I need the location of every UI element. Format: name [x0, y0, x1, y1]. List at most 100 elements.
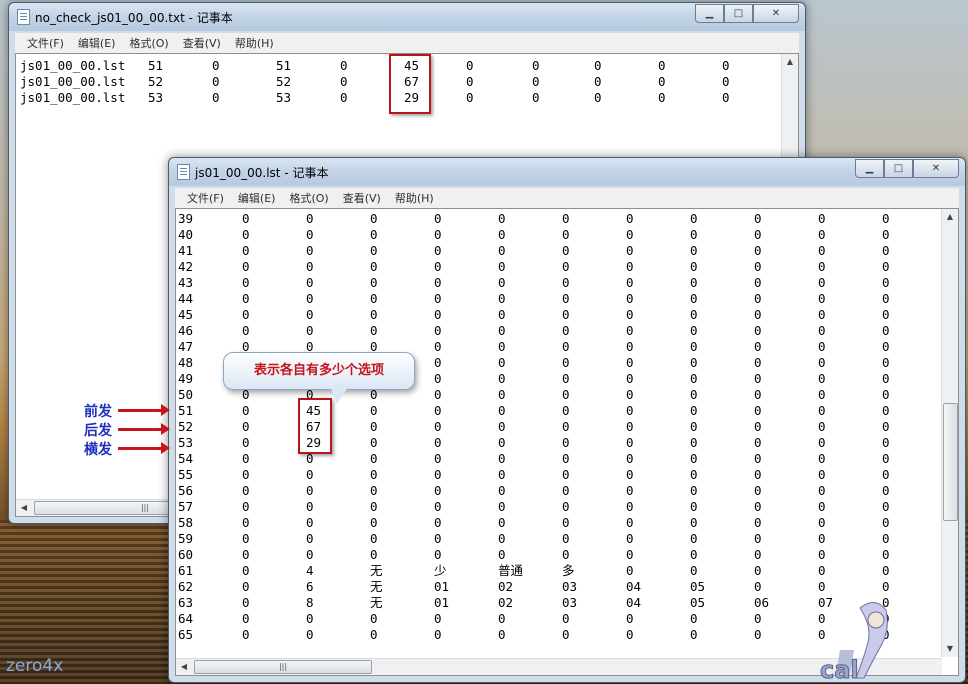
vertical-scrollbar[interactable]: ▲ ▼	[941, 209, 958, 657]
scroll-left-icon[interactable]: ◀	[16, 500, 32, 516]
text-cell: 0	[306, 211, 314, 226]
menu-edit[interactable]: 编辑(E)	[238, 190, 276, 206]
text-cell: 0	[498, 339, 506, 354]
text-cell: 0	[370, 547, 378, 562]
text-cell: 0	[434, 547, 442, 562]
text-cell: 0	[562, 339, 570, 354]
text-cell: 0	[306, 291, 314, 306]
text-cell: 0	[882, 435, 890, 450]
text-cell: 0	[818, 435, 826, 450]
menu-help[interactable]: 帮助(H)	[235, 35, 274, 51]
text-cell: 0	[754, 307, 762, 322]
text-cell: 0	[690, 371, 698, 386]
text-cell: 0	[754, 275, 762, 290]
text-cell: 0	[882, 451, 890, 466]
text-cell: 0	[690, 483, 698, 498]
text-cell: 47	[178, 339, 194, 354]
text-cell: 无	[370, 595, 383, 610]
text-cell: 0	[626, 419, 634, 434]
text-cell: 51	[148, 58, 164, 73]
scroll-up-icon[interactable]: ▲	[782, 54, 798, 70]
menu-format[interactable]: 格式(O)	[129, 35, 168, 51]
menu-format[interactable]: 格式(O)	[289, 190, 328, 206]
highlight-box-window2	[298, 398, 332, 454]
text-cell: 53	[178, 435, 194, 450]
text-cell: 0	[818, 579, 826, 594]
text-cell: 0	[242, 211, 250, 226]
text-cell: 0	[882, 211, 890, 226]
text-cell: 0	[306, 275, 314, 290]
text-cell: 0	[818, 387, 826, 402]
text-cell: 0	[818, 291, 826, 306]
text-cell: 少	[434, 563, 447, 578]
text-cell: 0	[242, 227, 250, 242]
text-cell: 0	[626, 483, 634, 498]
close-icon: ✕	[771, 8, 781, 19]
close-icon: ✕	[931, 163, 941, 174]
text-cell: 0	[722, 90, 730, 105]
text-cell: 0	[882, 563, 890, 578]
text-cell: 0	[818, 451, 826, 466]
menu-edit[interactable]: 编辑(E)	[78, 35, 116, 51]
text-cell: 0	[498, 387, 506, 402]
minimize-button[interactable]: ▁	[695, 4, 724, 23]
scroll-up-icon[interactable]: ▲	[942, 209, 958, 225]
text-cell: 0	[306, 307, 314, 322]
horizontal-scroll-thumb[interactable]: |||	[194, 660, 372, 674]
text-cell: 0	[242, 307, 250, 322]
text-cell: 0	[594, 74, 602, 89]
text-cell: 0	[818, 499, 826, 514]
text-cell: 0	[562, 451, 570, 466]
text-cell: 0	[370, 243, 378, 258]
text-cell: 03	[562, 579, 578, 594]
text-cell: 0	[370, 483, 378, 498]
label-side-hair: 横发	[84, 442, 112, 458]
text-cell: 0	[498, 547, 506, 562]
text-cell: 02	[498, 595, 514, 610]
title-bar[interactable]: no_check_js01_00_00.txt - 记事本 ▁ □ ✕	[9, 3, 805, 31]
menu-view[interactable]: 查看(V)	[343, 190, 381, 206]
text-cell: 0	[532, 58, 540, 73]
close-button[interactable]: ✕	[753, 4, 799, 23]
menu-file[interactable]: 文件(F)	[187, 190, 224, 206]
text-cell: 0	[882, 499, 890, 514]
text-cell: 0	[818, 547, 826, 562]
menu-help[interactable]: 帮助(H)	[395, 190, 434, 206]
minimize-icon: ▁	[865, 163, 874, 174]
text-cell: 59	[178, 531, 194, 546]
menu-view[interactable]: 查看(V)	[183, 35, 221, 51]
text-cell: 57	[178, 499, 194, 514]
text-cell: 0	[434, 355, 442, 370]
menu-file[interactable]: 文件(F)	[27, 35, 64, 51]
maximize-button[interactable]: □	[884, 159, 913, 178]
text-cell: 0	[626, 435, 634, 450]
text-cell: 0	[690, 515, 698, 530]
text-cell: 0	[882, 547, 890, 562]
text-cell: 0	[690, 307, 698, 322]
watermark-text: zero4x	[6, 656, 64, 676]
text-cell: 0	[370, 499, 378, 514]
text-cell: 42	[178, 259, 194, 274]
vertical-scroll-thumb[interactable]	[943, 403, 958, 521]
text-cell: 0	[370, 403, 378, 418]
close-button[interactable]: ✕	[913, 159, 959, 178]
text-cell: 0	[690, 355, 698, 370]
text-cell: 0	[498, 435, 506, 450]
text-cell: 0	[498, 211, 506, 226]
text-cell: 0	[690, 419, 698, 434]
text-cell: 0	[562, 547, 570, 562]
minimize-button[interactable]: ▁	[855, 159, 884, 178]
title-bar[interactable]: js01_00_00.lst - 记事本 ▁ □ ✕	[169, 158, 965, 186]
text-cell: 0	[434, 339, 442, 354]
window-title: js01_00_00.lst - 记事本	[195, 166, 329, 180]
text-cell: 0	[882, 467, 890, 482]
maximize-button[interactable]: □	[724, 4, 753, 23]
text-cell: 0	[306, 467, 314, 482]
text-cell: 0	[434, 515, 442, 530]
text-cell: 0	[242, 243, 250, 258]
text-cell: 0	[498, 323, 506, 338]
text-cell: 0	[882, 579, 890, 594]
text-cell: 0	[242, 531, 250, 546]
text-cell: 0	[242, 451, 250, 466]
scroll-left-icon[interactable]: ◀	[176, 659, 192, 675]
